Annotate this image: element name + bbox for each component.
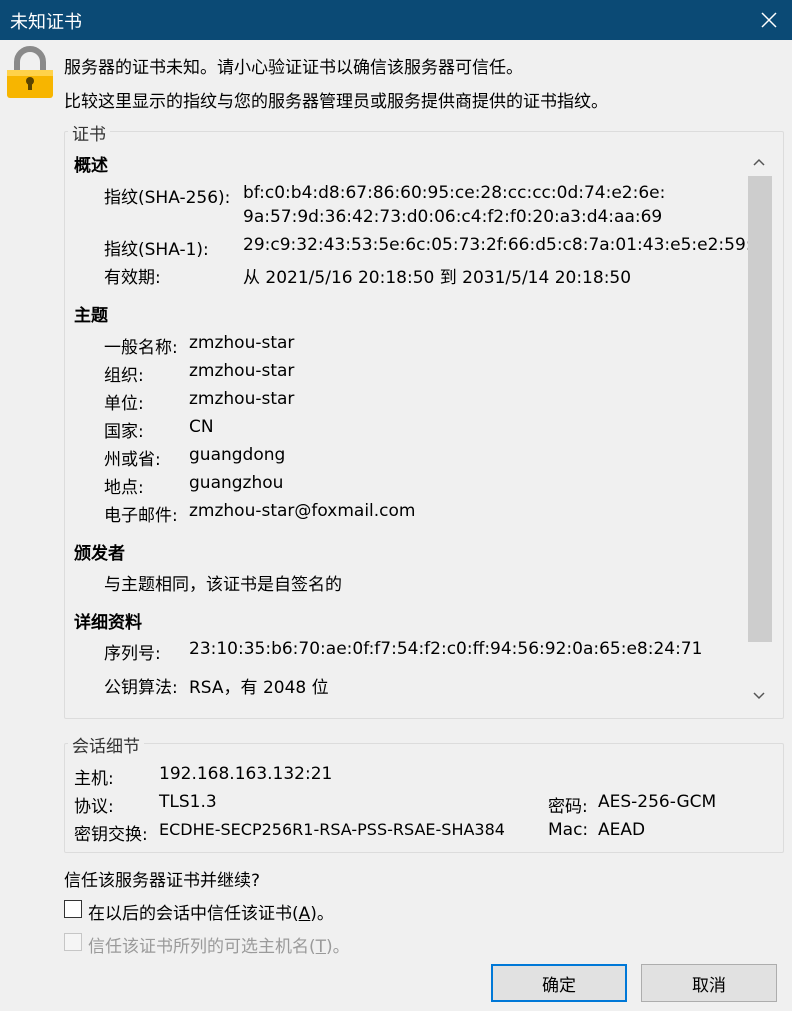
window-title: 未知证书: [10, 12, 82, 33]
trust-hostnames-checkbox[interactable]: [64, 933, 82, 951]
kex-label: 密钥交换:: [74, 825, 148, 845]
cancel-button[interactable]: 取消: [641, 964, 777, 1002]
issuer-text: 与主题相同，该证书是自签名的: [104, 575, 342, 595]
protocol-label: 协议:: [74, 797, 114, 817]
kex-value: ECDHE-SECP256R1-RSA-PSS-RSAE-SHA384: [159, 820, 505, 839]
close-button[interactable]: [746, 0, 792, 40]
mac-value: AEAD: [598, 820, 646, 840]
validity-label: 有效期:: [104, 268, 161, 288]
subject-field-value: zmzhou-star@foxmail.com: [189, 501, 416, 521]
trust-future-checkbox[interactable]: [64, 900, 82, 918]
subject-field-value: zmzhou-star: [189, 333, 295, 353]
trust-future-accesskey: A: [298, 904, 311, 924]
issuer-heading: 颁发者: [74, 544, 125, 564]
subject-field-value: guangzhou: [189, 473, 284, 493]
cipher-label: 密码:: [548, 797, 588, 817]
details-heading: 详细资料: [74, 613, 142, 633]
algo-label: 公钥算法:: [104, 678, 178, 698]
subject-field-label: 国家:: [104, 422, 144, 442]
sha1-value: 29:c9:32:43:53:5e:6c:05:73:2f:66:d5:c8:7…: [243, 235, 774, 255]
certificate-details-pane[interactable]: 概述 指纹(SHA-256): bf:c0:b4:d8:67:86:60:95:…: [64, 131, 784, 719]
subject-heading: 主题: [74, 306, 108, 326]
subject-field-value: zmzhou-star: [189, 389, 295, 409]
ok-button[interactable]: 确定: [491, 964, 627, 1002]
subject-field-value: zmzhou-star: [189, 361, 295, 381]
close-icon: [761, 12, 777, 28]
trust-hostnames-accesskey: T: [315, 937, 327, 957]
scroll-thumb[interactable]: [748, 176, 772, 642]
overview-heading: 概述: [74, 156, 108, 176]
subject-field-label: 一般名称:: [104, 338, 178, 358]
algo-value: RSA，有 2048 位: [189, 678, 329, 698]
mac-label: Mac:: [548, 820, 589, 840]
trust-future-label[interactable]: 在以后的会话中信任该证书(A)。: [88, 899, 334, 924]
padlock-icon: [7, 46, 53, 98]
sha256-label: 指纹(SHA-256):: [104, 188, 231, 208]
subject-field-label: 组织:: [104, 366, 144, 386]
session-group-label: 会话细节: [68, 732, 144, 757]
trust-future-label-end: )。: [310, 904, 334, 924]
sha256-value-line2: 9a:57:9d:36:42:73:d0:06:c4:f2:f0:20:a3:d…: [243, 207, 663, 227]
scroll-down-button[interactable]: [746, 684, 772, 708]
host-value: 192.168.163.132:21: [159, 764, 333, 784]
subject-field-value: CN: [189, 417, 214, 437]
intro-line-2: 比较这里显示的指纹与您的服务器管理员或服务提供商提供的证书指纹。: [64, 92, 608, 112]
chevron-down-icon: [753, 692, 765, 700]
title-bar: 未知证书: [0, 0, 792, 40]
intro-line-1: 服务器的证书未知。请小心验证证书以确信该服务器可信任。: [64, 58, 523, 78]
subject-field-label: 地点:: [104, 478, 144, 498]
sha256-value-line1: bf:c0:b4:d8:67:86:60:95:ce:28:cc:cc:0d:7…: [243, 183, 666, 203]
serial-label: 序列号:: [104, 644, 161, 664]
trust-hostnames-label-text: 信任该证书所列的可选主机名(: [88, 937, 316, 957]
trust-future-label-text: 在以后的会话中信任该证书(: [88, 904, 299, 924]
trust-question: 信任该服务器证书并继续?: [64, 871, 261, 891]
host-label: 主机:: [74, 769, 114, 789]
trust-hostnames-label: 信任该证书所列的可选主机名(T)。: [88, 932, 350, 957]
subject-field-label: 州或省:: [104, 450, 161, 470]
subject-field-label: 电子邮件:: [104, 506, 178, 526]
serial-value: 23:10:35:b6:70:ae:0f:f7:54:f2:c0:ff:94:5…: [189, 639, 703, 659]
subject-field-value: guangdong: [189, 445, 286, 465]
validity-value: 从 2021/5/16 20:18:50 到 2031/5/14 20:18:5…: [243, 268, 632, 288]
subject-field-label: 单位:: [104, 394, 144, 414]
scroll-up-button[interactable]: [746, 150, 772, 174]
trust-hostnames-label-end: )。: [326, 937, 350, 957]
chevron-up-icon: [753, 158, 765, 166]
sha1-label: 指纹(SHA-1):: [104, 240, 209, 260]
protocol-value: TLS1.3: [159, 792, 217, 812]
vertical-scrollbar[interactable]: [746, 150, 772, 710]
cipher-value: AES-256-GCM: [598, 792, 717, 812]
